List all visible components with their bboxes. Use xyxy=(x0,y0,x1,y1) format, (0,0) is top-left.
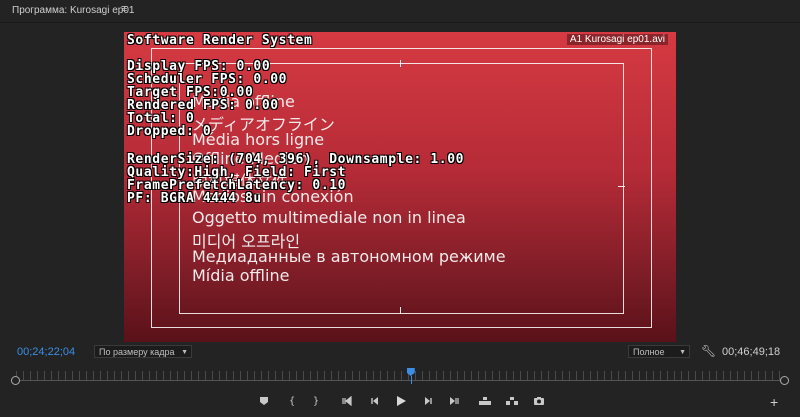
export-frame-button[interactable] xyxy=(531,394,547,408)
debug-line: PF: BGRA 4444 8u xyxy=(127,191,262,206)
program-monitor-viewport[interactable]: A1 Kurosagi ep01.avi Media offline メディアオ… xyxy=(124,32,676,342)
panel-header: Программа: Kurosagi ep01 ≡ xyxy=(0,0,800,23)
offline-text-line: Медиаданные в автономном режиме xyxy=(192,247,506,266)
step-back-button[interactable] xyxy=(367,394,383,408)
duration-timecode: 00;46;49;18 xyxy=(722,346,781,358)
playback-resolution-select[interactable]: Полное ▼ xyxy=(628,345,690,358)
mark-in-icon: { xyxy=(288,395,296,407)
panel-title[interactable]: Программа: Kurosagi ep01 xyxy=(12,5,134,16)
go-to-out-icon xyxy=(450,397,459,405)
marker-icon xyxy=(260,397,268,405)
go-to-in-button[interactable] xyxy=(340,394,356,408)
plus-icon[interactable]: + xyxy=(770,394,778,410)
playback-resolution-value: Полное xyxy=(633,347,665,357)
zoom-handle-left[interactable] xyxy=(11,376,20,385)
chevron-down-icon: ▼ xyxy=(181,349,188,356)
play-icon xyxy=(397,396,406,406)
safe-guide-tick-right xyxy=(618,186,625,187)
zoom-level-select[interactable]: По размеру кадра ▼ xyxy=(94,345,192,358)
hamburger-icon[interactable]: ≡ xyxy=(121,3,127,15)
offline-text-line: Mídia offline xyxy=(192,266,290,285)
lift-icon xyxy=(479,397,491,405)
extract-icon xyxy=(506,397,518,405)
extract-button[interactable] xyxy=(504,394,520,408)
time-ruler-ticks xyxy=(16,371,784,380)
zoom-level-value: По размеру кадра xyxy=(99,347,175,357)
safe-guide-tick-bottom xyxy=(400,307,401,314)
wrench-icon[interactable]: 🔧︎ xyxy=(701,344,716,358)
mark-in-button[interactable]: { xyxy=(284,394,300,408)
time-ruler[interactable] xyxy=(10,368,790,386)
camera-icon xyxy=(534,397,544,405)
offline-text-line: Oggetto multimediale non in linea xyxy=(192,208,466,227)
add-marker-button[interactable] xyxy=(256,394,272,408)
zoom-handle-right[interactable] xyxy=(780,376,789,385)
step-forward-button[interactable] xyxy=(420,394,436,408)
step-back-icon xyxy=(371,397,378,405)
go-to-out-button[interactable] xyxy=(445,394,461,408)
chevron-down-icon: ▼ xyxy=(679,349,686,356)
debug-line: Dropped: 0 xyxy=(127,124,212,139)
offline-text-line: Média hors ligne xyxy=(192,130,325,149)
safe-guide-tick-top xyxy=(400,60,401,67)
lift-button[interactable] xyxy=(477,394,493,408)
clip-name-label: A1 Kurosagi ep01.avi xyxy=(566,34,668,45)
playhead-line xyxy=(410,376,412,384)
mark-out-button[interactable]: } xyxy=(308,394,324,408)
go-to-in-icon xyxy=(342,396,352,406)
time-ruler-track xyxy=(16,380,784,381)
play-button[interactable] xyxy=(393,394,409,408)
current-timecode[interactable]: 00;24;22;04 xyxy=(17,346,75,358)
debug-header: Software Render System xyxy=(127,33,313,48)
mark-out-icon: } xyxy=(312,395,320,407)
step-forward-icon xyxy=(425,397,432,405)
